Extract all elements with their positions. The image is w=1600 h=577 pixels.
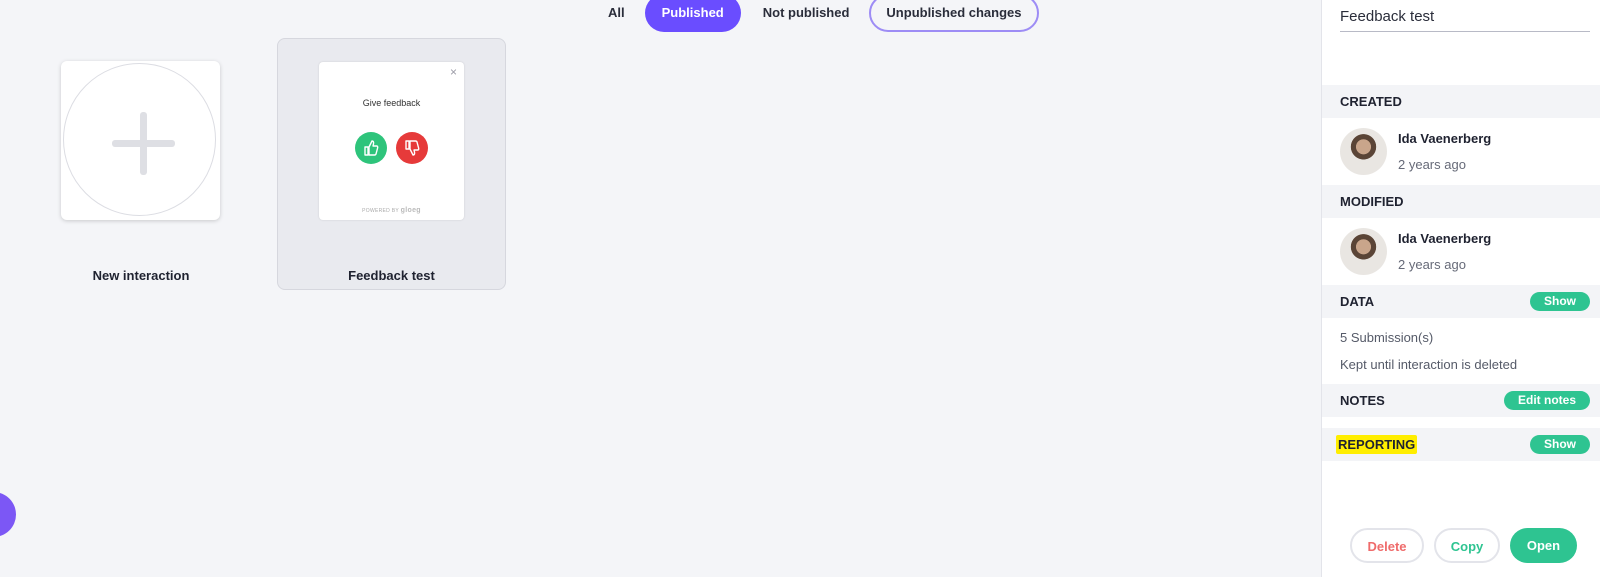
close-icon: ×	[449, 65, 457, 79]
details-panel: Feedback test CREATED Ida Vaenerberg 2 y…	[1321, 0, 1600, 577]
delete-button[interactable]: Delete	[1350, 528, 1424, 563]
floating-action-button[interactable]	[0, 492, 16, 537]
filter-not-published[interactable]: Not published	[753, 0, 860, 32]
new-interaction-card[interactable]	[61, 61, 220, 220]
filter-unpublished-changes[interactable]: Unpublished changes	[869, 0, 1039, 32]
data-retention: Kept until interaction is deleted	[1340, 357, 1518, 372]
filter-tabs: All Published Not published Unpublished …	[594, 0, 1039, 32]
modified-time: 2 years ago	[1398, 257, 1466, 272]
filter-published[interactable]: Published	[644, 0, 741, 32]
preview-title: Give feedback	[362, 98, 421, 108]
filter-all[interactable]: All	[594, 0, 635, 32]
created-time: 2 years ago	[1398, 157, 1466, 172]
avatar	[1340, 228, 1387, 275]
plus-circle	[63, 63, 216, 216]
reporting-label: REPORTING	[1336, 435, 1418, 454]
edit-notes-button[interactable]: Edit notes	[1503, 391, 1590, 410]
interaction-title-input[interactable]: Feedback test	[1340, 8, 1590, 32]
modified-user-name: Ida Vaenerberg	[1398, 231, 1492, 246]
open-button[interactable]: Open	[1510, 528, 1577, 563]
thumbs-down-icon	[396, 132, 428, 164]
modified-header: MODIFIED	[1322, 185, 1600, 218]
thumbs-up-icon	[355, 132, 387, 164]
plus-icon-vertical	[140, 112, 147, 175]
data-show-button[interactable]: Show	[1530, 292, 1590, 311]
created-header: CREATED	[1322, 85, 1600, 118]
copy-button[interactable]: Copy	[1434, 528, 1500, 563]
created-user-name: Ida Vaenerberg	[1398, 131, 1492, 146]
powered-by: POWERED BY gloeg	[362, 207, 421, 214]
reporting-header: REPORTING Show	[1322, 428, 1600, 461]
data-header: DATA Show	[1322, 285, 1600, 318]
reporting-show-button[interactable]: Show	[1530, 435, 1590, 454]
submission-count: 5 Submission(s)	[1340, 330, 1434, 345]
avatar	[1340, 128, 1387, 175]
notes-header: NOTES Edit notes	[1322, 384, 1600, 417]
feedback-preview: × Give feedback POWERED BY gloeg	[319, 62, 464, 220]
new-interaction-label: New interaction	[92, 268, 190, 283]
feedback-test-label: Feedback test	[348, 268, 435, 283]
